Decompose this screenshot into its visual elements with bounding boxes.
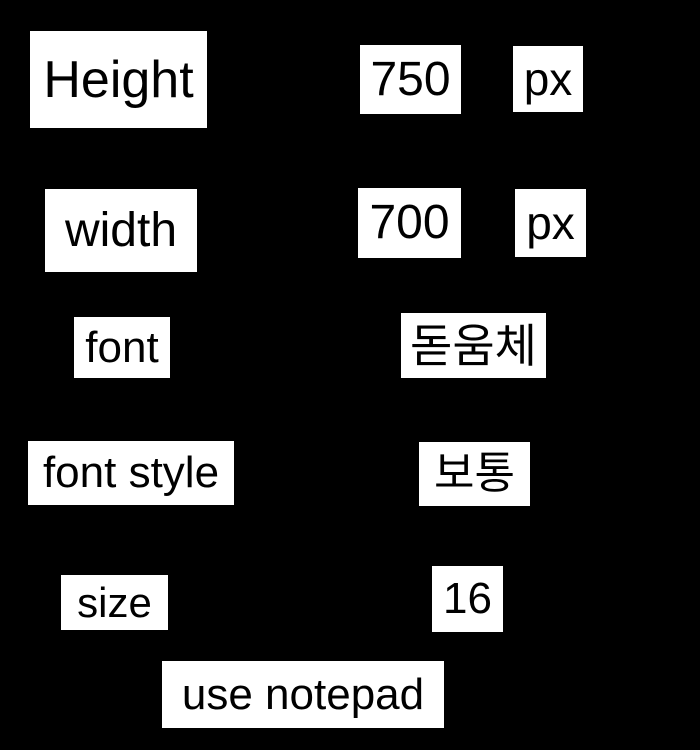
font-style-value[interactable]: 보통 bbox=[419, 442, 530, 506]
font-value[interactable]: 돋움체 bbox=[401, 313, 546, 378]
font-style-label: font style bbox=[28, 441, 234, 505]
width-label: width bbox=[45, 189, 197, 272]
width-unit-label: px bbox=[515, 189, 586, 257]
use-notepad-button[interactable]: use notepad bbox=[162, 661, 444, 728]
width-value[interactable]: 700 bbox=[358, 188, 461, 258]
size-label: size bbox=[61, 575, 168, 630]
height-label: Height bbox=[30, 31, 207, 128]
screen-canvas: Height 750 px width 700 px font 돋움체 font… bbox=[0, 0, 700, 750]
size-value[interactable]: 16 bbox=[432, 566, 503, 632]
height-unit-label: px bbox=[513, 46, 583, 112]
font-label: font bbox=[74, 317, 170, 378]
height-value[interactable]: 750 bbox=[360, 45, 461, 114]
